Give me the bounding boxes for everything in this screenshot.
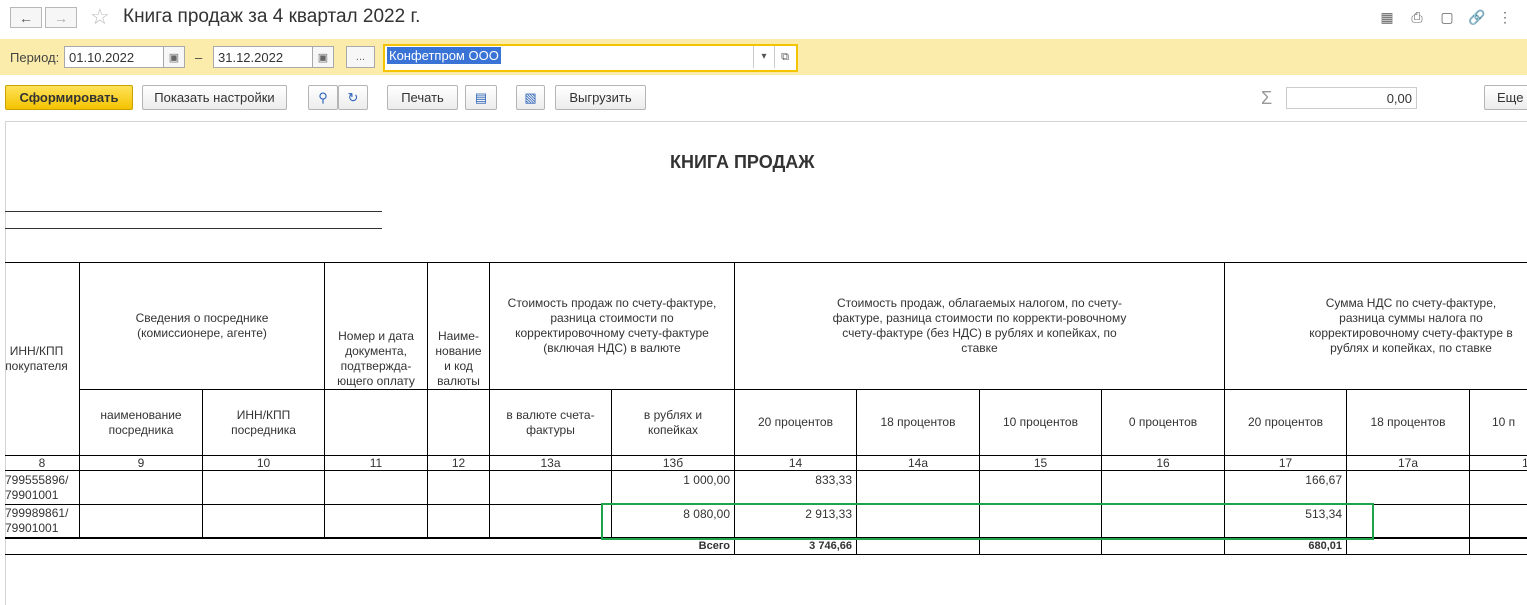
table-row-vat-20: 166,67 [1305, 473, 1342, 487]
header-currency: Наиме-нование и код валюты [435, 329, 482, 388]
date-from-field[interactable]: 01.10.2022 [64, 46, 164, 68]
period-label: Период: [10, 50, 60, 65]
link-icon[interactable]: 🔗 [1468, 9, 1485, 25]
print-button[interactable]: Печать [387, 85, 458, 110]
calendar-icon: ▣ [317, 51, 329, 64]
save-icon[interactable]: ▦ [1379, 9, 1395, 25]
forward-button[interactable]: → [45, 7, 77, 28]
total-vat-20: 680,01 [1308, 539, 1342, 552]
total-cost-20: 3 746,66 [809, 539, 852, 552]
print-preview-icon: ▤ [474, 89, 488, 105]
table-row-rub: 1 000,00 [683, 473, 730, 487]
header-vat-rate-20: 20 процентов [1248, 415, 1323, 429]
total-label: Всего [698, 539, 730, 552]
col-number: 1 [1522, 456, 1527, 470]
sigma-icon[interactable]: Σ [1261, 88, 1272, 109]
header-vat-rate-18: 18 процентов [1370, 415, 1446, 429]
organization-open-button[interactable]: ⧉ [774, 46, 795, 68]
organization-dropdown-button[interactable]: ▾ [753, 46, 774, 68]
header-intermediary-name: наименование посредника [100, 407, 182, 437]
print-icon[interactable]: ⎙ [1409, 9, 1425, 25]
header-intermediary-inn: ИНН/КПП посредника [231, 407, 296, 437]
calendar-icon: ▣ [168, 51, 180, 64]
signature-line [5, 211, 382, 212]
col-number: 12 [451, 456, 466, 470]
col-number: 9 [137, 456, 145, 470]
header-rate-10: 10 процентов [1003, 415, 1078, 429]
open-icon: ⧉ [781, 51, 789, 63]
organization-field[interactable]: Конфетпром ООО [387, 47, 752, 68]
header-vat-rate-10: 10 п [1492, 415, 1516, 429]
report-title: КНИГА ПРОДАЖ [670, 152, 815, 172]
col-number: 17 [1278, 456, 1293, 470]
save-button[interactable]: ▧ [516, 85, 545, 110]
col-number: 13а [540, 456, 561, 470]
header-rate-20: 20 процентов [758, 415, 833, 429]
floppy-icon: ▧ [524, 89, 537, 105]
col-number: 17а [1397, 456, 1419, 470]
col-number: 16 [1156, 456, 1170, 470]
sum-field: 0,00 [1286, 87, 1417, 109]
col-number: 10 [256, 456, 271, 470]
arrow-right-icon: → [54, 9, 68, 26]
col-number: 13б [662, 456, 684, 470]
calendar-to-button[interactable]: ▣ [312, 46, 334, 68]
calendar-from-button[interactable]: ▣ [163, 46, 185, 68]
favorite-star-icon[interactable]: ☆ [90, 4, 110, 30]
table-row-inn: 799989861/ 79901001 [5, 506, 69, 535]
header-in-invoice-currency: в валюте счета-фактуры [506, 407, 595, 437]
col-number: 15 [1033, 456, 1048, 470]
window-title: Книга продаж за 4 квартал 2022 г. [123, 6, 421, 27]
col-number: 14а [907, 456, 929, 470]
header-rate-0: 0 процентов [1128, 415, 1198, 429]
header-intermediary: Сведения о посреднике (комиссионере, аге… [135, 311, 269, 340]
header-inn-buyer: ИНН/КПП покупателя [5, 344, 68, 373]
table-row-inn: 799555896/ 79901001 [5, 472, 69, 502]
more-button[interactable]: Еще [1484, 85, 1527, 110]
search-next-icon: ↻ [347, 89, 359, 105]
col-number: 14 [788, 456, 803, 470]
header-payment-doc: Номер и дата документа, подтвержда-ющего… [337, 329, 415, 388]
period-dash: – [195, 50, 203, 65]
search-button[interactable]: ⚲ [308, 85, 338, 110]
header-in-rub: в рублях и копейках [643, 407, 703, 437]
back-button[interactable]: ← [10, 7, 42, 28]
header-vat-sum: Сумма НДС по счету-фактуре, разница сумм… [1309, 296, 1513, 355]
preview-button[interactable]: ▤ [465, 85, 497, 110]
table-border [5, 554, 1527, 555]
show-settings-button[interactable]: Показать настройки [142, 85, 287, 110]
date-to-field[interactable]: 31.12.2022 [213, 46, 313, 68]
more-vertical-icon[interactable]: ⋮ [1497, 9, 1513, 25]
header-cost-incl-vat: Стоимость продаж по счету-фактуре, разни… [507, 296, 717, 355]
generate-button[interactable]: Сформировать [5, 85, 133, 110]
col-number: 8 [38, 456, 46, 470]
organization-value: Конфетпром ООО [387, 47, 501, 64]
header-rate-18: 18 процентов [880, 415, 956, 429]
search-icon: ⚲ [318, 89, 328, 105]
signature-line [5, 228, 382, 229]
col-number: 11 [369, 456, 383, 470]
preview-icon[interactable]: ▢ [1439, 9, 1455, 25]
period-select-button[interactable]: ... [346, 46, 375, 68]
export-button[interactable]: Выгрузить [555, 85, 646, 110]
table-row-cost-20: 833,33 [815, 473, 852, 487]
highlight-frame [601, 503, 1374, 540]
header-cost-taxed: Стоимость продаж, облагаемых налогом, по… [832, 296, 1127, 355]
chevron-down-icon: ▾ [761, 51, 767, 62]
search-next-button[interactable]: ↻ [338, 85, 368, 110]
arrow-left-icon: ← [19, 9, 33, 26]
